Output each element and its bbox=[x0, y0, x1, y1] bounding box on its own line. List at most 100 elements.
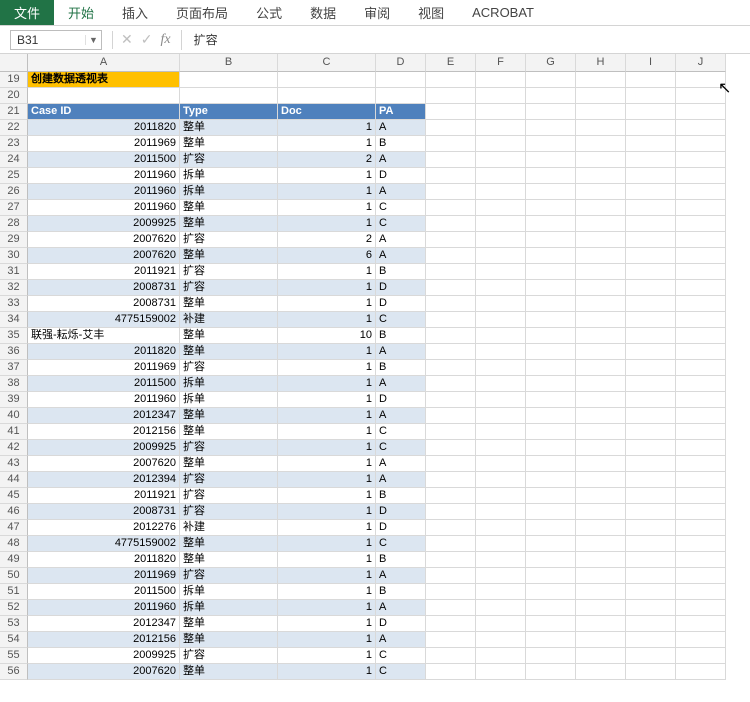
cell-pa[interactable]: A bbox=[376, 568, 426, 584]
cell[interactable] bbox=[576, 328, 626, 344]
table-header[interactable]: Doc bbox=[278, 104, 376, 120]
cell[interactable] bbox=[476, 472, 526, 488]
cell[interactable] bbox=[426, 472, 476, 488]
cell[interactable] bbox=[576, 184, 626, 200]
cell-doc[interactable]: 1 bbox=[278, 280, 376, 296]
cell-type[interactable]: 扩容 bbox=[180, 488, 278, 504]
cell[interactable] bbox=[626, 568, 676, 584]
cell[interactable] bbox=[426, 328, 476, 344]
cell-type[interactable]: 整单 bbox=[180, 328, 278, 344]
cell[interactable] bbox=[476, 584, 526, 600]
cell[interactable] bbox=[426, 232, 476, 248]
cell-pa[interactable]: B bbox=[376, 360, 426, 376]
cell[interactable] bbox=[576, 536, 626, 552]
cell-case-id[interactable]: 2007620 bbox=[28, 248, 180, 264]
cell[interactable] bbox=[426, 504, 476, 520]
cell[interactable] bbox=[476, 312, 526, 328]
cell[interactable] bbox=[426, 248, 476, 264]
cell-case-id[interactable]: 2012394 bbox=[28, 472, 180, 488]
cell[interactable] bbox=[626, 200, 676, 216]
cell-type[interactable]: 补建 bbox=[180, 520, 278, 536]
ribbon-tab[interactable]: 数据 bbox=[296, 0, 350, 25]
cell[interactable] bbox=[676, 136, 726, 152]
cell-case-id[interactable]: 2007620 bbox=[28, 232, 180, 248]
row-header[interactable]: 25 bbox=[0, 168, 28, 184]
cell[interactable] bbox=[676, 424, 726, 440]
cell-case-id[interactable]: 2012347 bbox=[28, 408, 180, 424]
cell-doc[interactable]: 1 bbox=[278, 440, 376, 456]
cell[interactable] bbox=[626, 232, 676, 248]
cell[interactable] bbox=[626, 168, 676, 184]
cell[interactable] bbox=[676, 392, 726, 408]
cell-case-id[interactable]: 2011500 bbox=[28, 376, 180, 392]
cell-case-id[interactable]: 2012276 bbox=[28, 520, 180, 536]
row-header[interactable]: 34 bbox=[0, 312, 28, 328]
cell-doc[interactable]: 1 bbox=[278, 520, 376, 536]
cell-pa[interactable]: D bbox=[376, 280, 426, 296]
cell-pa[interactable]: C bbox=[376, 216, 426, 232]
cell[interactable] bbox=[476, 664, 526, 680]
cell[interactable] bbox=[576, 600, 626, 616]
column-header[interactable]: G bbox=[526, 54, 576, 72]
cell[interactable] bbox=[676, 280, 726, 296]
cell[interactable] bbox=[476, 440, 526, 456]
ribbon-tab[interactable]: 视图 bbox=[404, 0, 458, 25]
cell[interactable] bbox=[676, 376, 726, 392]
cell-case-id[interactable]: 2009925 bbox=[28, 648, 180, 664]
cell[interactable] bbox=[676, 600, 726, 616]
cell[interactable] bbox=[526, 120, 576, 136]
cell[interactable] bbox=[426, 264, 476, 280]
cell-doc[interactable]: 1 bbox=[278, 456, 376, 472]
cell[interactable] bbox=[626, 312, 676, 328]
cell[interactable] bbox=[626, 136, 676, 152]
cell[interactable] bbox=[626, 392, 676, 408]
fx-icon[interactable]: fx bbox=[160, 32, 170, 48]
cell[interactable] bbox=[426, 408, 476, 424]
cell[interactable] bbox=[576, 216, 626, 232]
cell[interactable] bbox=[426, 616, 476, 632]
cell-case-id[interactable]: 2009925 bbox=[28, 216, 180, 232]
cell[interactable] bbox=[278, 88, 376, 104]
cell-doc[interactable]: 1 bbox=[278, 616, 376, 632]
cell[interactable] bbox=[576, 200, 626, 216]
cell-type[interactable]: 整单 bbox=[180, 552, 278, 568]
cell-case-id[interactable]: 2011500 bbox=[28, 584, 180, 600]
cell[interactable] bbox=[676, 472, 726, 488]
cell[interactable] bbox=[626, 552, 676, 568]
cell-doc[interactable]: 1 bbox=[278, 600, 376, 616]
cell-doc[interactable]: 2 bbox=[278, 152, 376, 168]
cell[interactable] bbox=[676, 616, 726, 632]
row-header[interactable]: 50 bbox=[0, 568, 28, 584]
cell-pa[interactable]: D bbox=[376, 520, 426, 536]
cell[interactable] bbox=[626, 264, 676, 280]
cell[interactable] bbox=[576, 360, 626, 376]
cell[interactable] bbox=[626, 72, 676, 88]
cell[interactable] bbox=[626, 456, 676, 472]
cell[interactable] bbox=[526, 440, 576, 456]
cell[interactable] bbox=[526, 376, 576, 392]
cell-pa[interactable]: A bbox=[376, 232, 426, 248]
cell[interactable] bbox=[576, 408, 626, 424]
column-header[interactable]: F bbox=[476, 54, 526, 72]
cell[interactable] bbox=[476, 136, 526, 152]
cell[interactable] bbox=[426, 520, 476, 536]
cell[interactable] bbox=[626, 488, 676, 504]
cell-doc[interactable]: 1 bbox=[278, 200, 376, 216]
cell[interactable] bbox=[526, 648, 576, 664]
cell-doc[interactable]: 1 bbox=[278, 648, 376, 664]
cell-type[interactable]: 扩容 bbox=[180, 568, 278, 584]
cell[interactable] bbox=[476, 216, 526, 232]
cell[interactable] bbox=[426, 648, 476, 664]
cell[interactable] bbox=[526, 488, 576, 504]
cell[interactable] bbox=[426, 440, 476, 456]
cell-doc[interactable]: 2 bbox=[278, 232, 376, 248]
cell[interactable] bbox=[676, 184, 726, 200]
cell[interactable] bbox=[426, 424, 476, 440]
cell[interactable] bbox=[426, 216, 476, 232]
cell-pa[interactable]: A bbox=[376, 600, 426, 616]
cell[interactable] bbox=[576, 424, 626, 440]
cell[interactable] bbox=[526, 280, 576, 296]
cell-type[interactable]: 扩容 bbox=[180, 440, 278, 456]
cell-case-id[interactable]: 2007620 bbox=[28, 664, 180, 680]
cell[interactable] bbox=[476, 264, 526, 280]
